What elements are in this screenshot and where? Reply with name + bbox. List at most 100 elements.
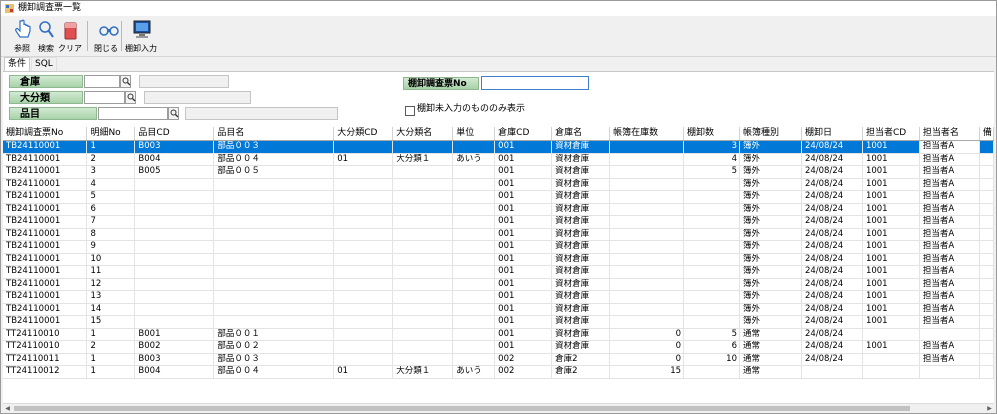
scroll-thumb[interactable] (14, 406, 910, 411)
table-cell: 24/08/24 (801, 278, 863, 291)
table-cell: 倉庫2 (551, 365, 611, 379)
column-header[interactable]: 備 (979, 127, 994, 141)
table-cell: TB24110001 (3, 265, 88, 279)
horizontal-scrollbar[interactable]: ◀ ▶ (3, 403, 994, 413)
table-cell (452, 203, 496, 216)
table-row[interactable]: TB24110001 1 B003 部品００３ 001 資材倉庫 3 簿外 24/08/24 10… (3, 140, 994, 154)
table-cell (134, 228, 215, 241)
table-cell (333, 253, 394, 266)
table-cell: 1001 (862, 153, 920, 166)
column-header[interactable]: 棚卸数 (683, 127, 740, 141)
column-header[interactable]: 棚卸日 (801, 127, 863, 141)
column-header[interactable]: 帳簿種別 (739, 127, 802, 141)
table-row[interactable]: TB24110001 12 001 資材倉庫 簿外 24/08/24 1001 担当者A (3, 278, 994, 291)
column-header[interactable]: 担当者名 (919, 127, 980, 141)
clear-label: クリア (58, 44, 82, 53)
results-grid[interactable]: 棚卸調査票No 明細No 品目CD 品目名 大分類CD 大分類名 単位 倉庫CD 倉庫名 帳簿在庫… (3, 127, 994, 403)
table-row[interactable]: TT24110012 1 B004 部品００４ 01 大分類１ あいう 002 倉庫2 15 通常 (3, 365, 994, 379)
table-cell (979, 203, 994, 216)
table-cell (979, 153, 994, 166)
table-cell: 10 (86, 253, 136, 266)
table-cell: TB24110001 (3, 215, 88, 229)
table-cell: 002 (494, 353, 553, 366)
table-row[interactable]: TB24110001 8 001 資材倉庫 簿外 24/08/24 1001 担当者A (3, 228, 994, 241)
stocktake-input-button[interactable]: 棚卸入力 (125, 19, 157, 55)
table-row[interactable]: TT24110010 2 B002 部品００２ 001 資材倉庫 0 6 通常 24/08/24 1… (3, 340, 994, 354)
item-code-input[interactable] (98, 107, 168, 120)
table-cell: 大分類１ (392, 365, 454, 379)
table-cell: 24/08/24 (801, 353, 863, 366)
table-cell (134, 303, 215, 316)
table-cell (134, 290, 215, 304)
tab-strip: 条件 SQL (1, 57, 996, 71)
table-cell: 2 (86, 340, 136, 354)
table-cell (979, 265, 994, 279)
table-row[interactable]: TB24110001 11 001 資材倉庫 簿外 24/08/24 1001 担当者A (3, 265, 994, 279)
table-cell (452, 165, 496, 179)
table-row[interactable]: TT24110010 1 B001 部品００１ 001 資材倉庫 0 5 通常 24/08/24 (3, 328, 994, 341)
table-cell: 001 (494, 340, 553, 354)
table-row[interactable]: TB24110001 14 001 資材倉庫 簿外 24/08/24 1001 担当者A (3, 303, 994, 316)
category-lookup-button[interactable] (125, 91, 136, 104)
table-row[interactable]: TB24110001 4 001 資材倉庫 簿外 24/08/24 1001 担当者A (3, 178, 994, 191)
table-row[interactable]: TT24110011 1 B003 部品００３ 002 倉庫2 0 10 通常 24/08/24 担… (3, 353, 994, 366)
table-cell: B002 (134, 340, 215, 354)
scroll-right-arrow-icon[interactable]: ▶ (985, 404, 994, 413)
table-cell: 資材倉庫 (551, 215, 611, 229)
column-header[interactable]: 大分類名 (392, 127, 454, 141)
warehouse-code-input[interactable] (84, 75, 120, 88)
table-row[interactable]: TB24110001 2 B004 部品００４ 01 大分類１ あいう 001 資材倉庫 4 簿外 2… (3, 153, 994, 166)
category-code-input[interactable] (84, 91, 125, 104)
table-row[interactable]: TB24110001 5 001 資材倉庫 簿外 24/08/24 1001 担当者A (3, 190, 994, 204)
tab-sql[interactable]: SQL (31, 57, 57, 71)
table-row[interactable]: TB24110001 7 001 資材倉庫 簿外 24/08/24 1001 担当者A (3, 215, 994, 229)
column-header[interactable]: 単位 (452, 127, 496, 141)
table-row[interactable]: TB24110001 13 001 資材倉庫 簿外 24/08/24 1001 担当者A (3, 290, 994, 304)
table-cell: 24/08/24 (801, 215, 863, 229)
column-header[interactable]: 倉庫CD (494, 127, 553, 141)
survey-no-input[interactable] (481, 76, 589, 90)
column-header[interactable]: 担当者CD (862, 127, 920, 141)
table-cell (609, 315, 685, 329)
column-header[interactable]: 帳簿在庫数 (609, 127, 685, 141)
table-row[interactable]: TB24110001 10 001 資材倉庫 簿外 24/08/24 1001 担当者A (3, 253, 994, 266)
scroll-left-arrow-icon[interactable]: ◀ (3, 404, 12, 413)
table-cell (392, 190, 454, 204)
table-row[interactable]: TB24110001 6 001 資材倉庫 簿外 24/08/24 1001 担当者A (3, 203, 994, 216)
table-cell (979, 340, 994, 354)
table-cell (683, 253, 740, 266)
table-cell: 簿外 (739, 165, 802, 179)
close-button[interactable]: 閉じる (91, 19, 121, 55)
table-cell (333, 290, 394, 304)
column-header[interactable]: 倉庫名 (551, 127, 611, 141)
tab-conditions[interactable]: 条件 (4, 57, 31, 71)
column-header[interactable]: 棚卸調査票No (3, 127, 88, 141)
column-header[interactable]: 大分類CD (333, 127, 394, 141)
warehouse-lookup-button[interactable] (120, 75, 131, 88)
table-cell: 倉庫2 (551, 353, 611, 366)
table-cell: 担当者A (919, 165, 980, 179)
table-cell (919, 328, 980, 341)
table-row[interactable]: TB24110001 15 001 資材倉庫 簿外 24/08/24 1001 担当者A (3, 315, 994, 329)
table-cell: 001 (494, 190, 553, 204)
table-cell: 24/08/24 (801, 165, 863, 179)
table-cell (683, 228, 740, 241)
column-header[interactable]: 品目CD (134, 127, 215, 141)
table-cell: 担当者A (919, 303, 980, 316)
clear-button[interactable]: クリア (55, 19, 85, 55)
table-cell: 5 (86, 190, 136, 204)
table-row[interactable]: TB24110001 9 001 資材倉庫 簿外 24/08/24 1001 担当者A (3, 240, 994, 254)
item-lookup-button[interactable] (168, 107, 179, 120)
unentered-only-checkbox[interactable] (405, 106, 415, 116)
table-cell (213, 215, 335, 229)
table-cell (683, 290, 740, 304)
table-cell: 部品００２ (213, 340, 335, 354)
table-cell (683, 265, 740, 279)
table-cell: 24/08/24 (801, 140, 863, 154)
table-cell (862, 365, 920, 379)
column-header[interactable]: 品目名 (213, 127, 335, 141)
magnifier-icon (127, 93, 136, 102)
column-header[interactable]: 明細No (86, 127, 136, 141)
table-row[interactable]: TB24110001 3 B005 部品００５ 001 資材倉庫 5 簿外 24/08/24 10… (3, 165, 994, 179)
table-cell: TT24110011 (3, 353, 88, 366)
